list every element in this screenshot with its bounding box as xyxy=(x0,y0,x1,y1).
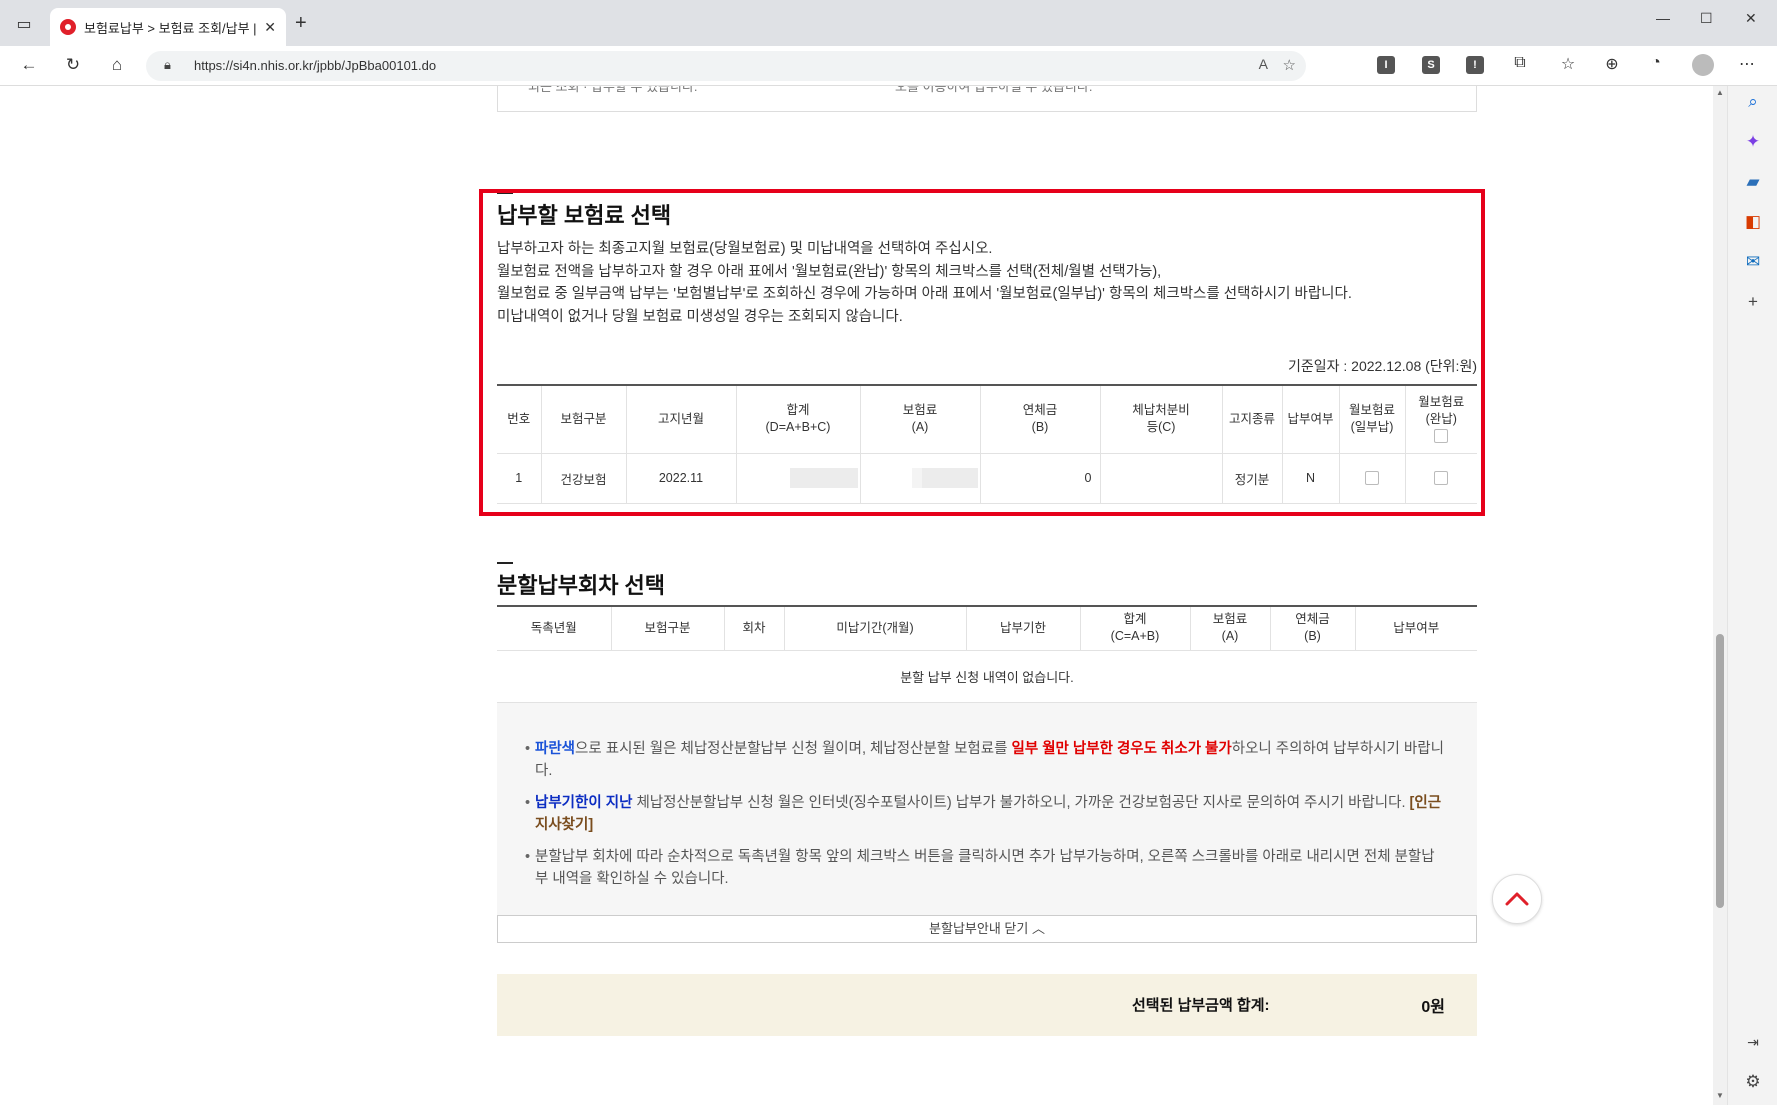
previous-info-left: 되는 조회 · 납부할 수 있습니다. xyxy=(528,86,698,94)
browser-window: ▭ 보험료납부 > 보험료 조회/납부 | ✕ + — ☐ ✕ ← ↻ ⌂ 🔒︎… xyxy=(0,0,1777,1105)
read-aloud-icon[interactable]: A xyxy=(1259,56,1268,72)
window-close-icon[interactable]: ✕ xyxy=(1745,10,1757,27)
scroll-top-button[interactable] xyxy=(1492,874,1542,924)
browser-essentials-icon[interactable]: ◔ xyxy=(1645,54,1667,72)
col-round: 회차 xyxy=(723,606,784,651)
col-type: 보험구분 xyxy=(610,606,724,651)
favorites-icon[interactable]: ☆ xyxy=(1557,54,1579,74)
col-total: 합계 (C=A+B) xyxy=(1079,606,1190,651)
table-row: 분할 납부 신청 내역이 없습니다. xyxy=(497,650,1477,703)
col-deadline: 납부기한 xyxy=(965,606,1080,651)
url-text: https://si4n.nhis.or.kr/jpbb/JpBba00101.… xyxy=(194,58,437,73)
extension-i-icon[interactable]: I xyxy=(1377,56,1395,74)
tab-actions-icon[interactable]: ▭ xyxy=(12,12,36,36)
guide-item: 분할납부 회차에 따라 순차적으로 독촉년월 항목 앞의 체크박스 버튼을 클릭… xyxy=(525,847,1445,890)
browser-sidebar: ⌕ ✦ ▰ ◧ ✉ + ⇥ ⚙ xyxy=(1727,86,1777,1105)
scroll-up-arrow-icon[interactable]: ▲ xyxy=(1716,88,1724,97)
total-label: 선택된 납부금액 합계: xyxy=(1132,997,1270,1014)
empty-message: 분할 납부 신청 내역이 없습니다. xyxy=(497,650,1477,703)
previous-info-box: 되는 조회 · 납부할 수 있습니다. 오를 이용하여 납부하실 수 있습니다. xyxy=(497,86,1477,112)
tools-icon[interactable]: ▰ xyxy=(1741,170,1765,194)
back-icon[interactable]: ← xyxy=(18,55,40,75)
extension-bang-icon[interactable]: ! xyxy=(1466,56,1484,74)
extension-s-icon[interactable]: S xyxy=(1422,56,1440,74)
office-icon[interactable]: ◧ xyxy=(1741,210,1765,234)
installment-guide: 파란색으로 표시된 월은 체납정산분할납부 신청 월이며, 체납정산분할 보험료… xyxy=(497,703,1477,915)
copilot-icon[interactable]: ✦ xyxy=(1741,130,1765,154)
highlight-box xyxy=(479,189,1485,516)
new-tab-icon[interactable]: + xyxy=(295,12,307,35)
section-marker xyxy=(497,562,513,564)
profile-avatar[interactable] xyxy=(1692,54,1714,76)
chevron-up-icon xyxy=(1505,892,1529,906)
outlook-icon[interactable]: ✉ xyxy=(1741,250,1765,274)
site-favicon-icon xyxy=(60,19,76,35)
installment-table: 독촉년월 보험구분 회차 미납기간(개월) 납부기한 합계 (C=A+B) 보험료… xyxy=(497,605,1477,703)
installment-section-title: 분할납부회차 선택 xyxy=(497,573,666,598)
col-notice-month: 독촉년월 xyxy=(497,606,611,651)
col-period: 미납기간(개월) xyxy=(783,606,966,651)
tab-title: 보험료납부 > 보험료 조회/납부 | xyxy=(84,20,257,36)
minimize-icon[interactable]: — xyxy=(1656,10,1670,26)
maximize-icon[interactable]: ☐ xyxy=(1700,10,1713,27)
navigation-bar: ← ↻ ⌂ 🔒︎ https://si4n.nhis.or.kr/jpbb/Jp… xyxy=(0,46,1777,86)
add-sidebar-app-icon[interactable]: + xyxy=(1741,290,1765,314)
lock-icon: 🔒︎ xyxy=(164,57,171,72)
hide-sidebar-icon[interactable]: ⇥ xyxy=(1741,1030,1765,1054)
installment-table-header: 독촉년월 보험구분 회차 미납기간(개월) 납부기한 합계 (C=A+B) 보험료… xyxy=(497,606,1477,651)
page-scrollbar[interactable]: ▲ ▼ xyxy=(1713,86,1727,1105)
refresh-icon[interactable]: ↻ xyxy=(62,55,84,75)
add-favorite-icon[interactable]: ☆ xyxy=(1283,56,1296,74)
collections-icon[interactable]: ⊕ xyxy=(1601,54,1623,74)
settings-gear-icon[interactable]: ⚙ xyxy=(1741,1070,1765,1094)
scroll-thumb[interactable] xyxy=(1716,634,1724,908)
total-bar: 선택된 납부금액 합계: 0원 xyxy=(497,974,1477,1036)
guide-item: 파란색으로 표시된 월은 체납정산분할납부 신청 월이며, 체납정산분할 보험료… xyxy=(525,739,1445,782)
col-premium: 보험료 (A) xyxy=(1189,606,1270,651)
previous-info-right: 오를 이용하여 납부하실 수 있습니다. xyxy=(895,86,1093,94)
scroll-down-arrow-icon[interactable]: ▼ xyxy=(1716,1091,1724,1100)
close-guide-button[interactable]: 분할납부안내 닫기 ︿ xyxy=(497,915,1477,943)
more-menu-icon[interactable]: ⋯ xyxy=(1736,54,1758,74)
search-icon[interactable]: ⌕ xyxy=(1741,90,1765,114)
col-late: 연체금 (B) xyxy=(1269,606,1355,651)
browser-tab[interactable]: 보험료납부 > 보험료 조회/납부 | ✕ xyxy=(50,8,286,46)
address-bar[interactable]: 🔒︎ https://si4n.nhis.or.kr/jpbb/JpBba001… xyxy=(146,51,1306,81)
guide-item: 납부기한이 지난 체납정산분할납부 신청 월은 인터넷(징수포털사이트) 납부가… xyxy=(525,793,1445,836)
home-icon[interactable]: ⌂ xyxy=(106,55,128,75)
tab-close-icon[interactable]: ✕ xyxy=(264,19,276,36)
col-paid: 납부여부 xyxy=(1354,606,1477,651)
page-viewport: 되는 조회 · 납부할 수 있습니다. 오를 이용하여 납부하실 수 있습니다.… xyxy=(0,86,1727,1105)
extensions-puzzle-icon[interactable]: ⧉ xyxy=(1509,54,1531,72)
tab-bar: ▭ 보험료납부 > 보험료 조회/납부 | ✕ + — ☐ ✕ xyxy=(0,0,1777,46)
total-value: 0원 xyxy=(1421,999,1445,1016)
